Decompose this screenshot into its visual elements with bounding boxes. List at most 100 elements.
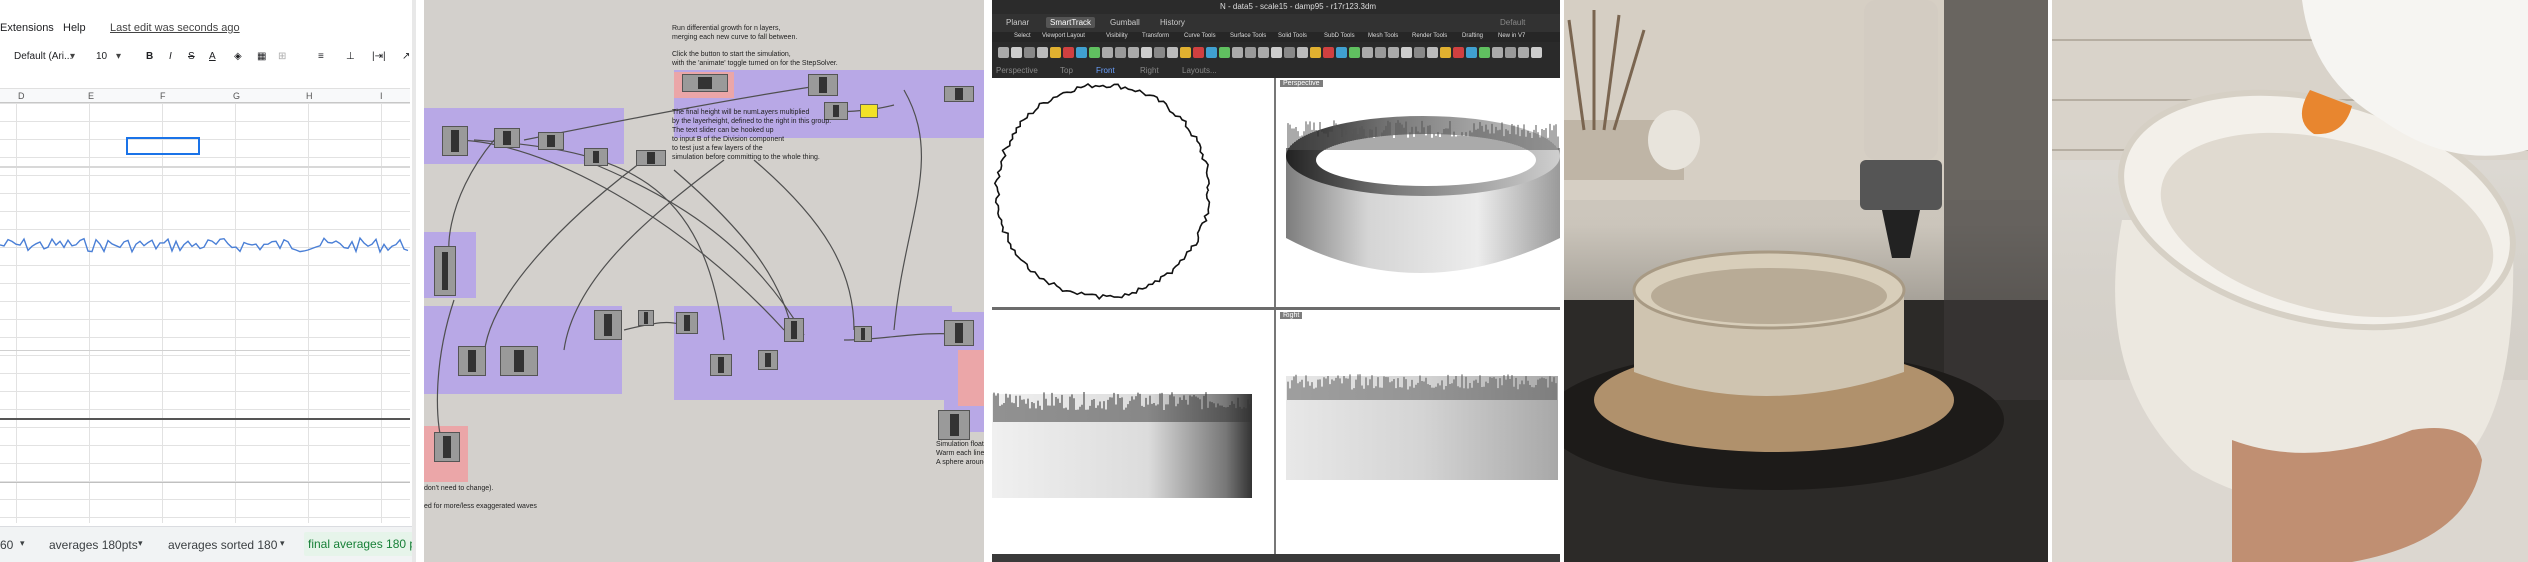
line-chart[interactable]	[0, 225, 410, 265]
toolbar-tab[interactable]: Mesh Tools	[1368, 33, 1398, 39]
view-tab-perspective[interactable]: Perspective	[996, 66, 1038, 75]
tool-icon[interactable]	[1349, 47, 1360, 58]
component-node[interactable]	[854, 326, 872, 342]
component-node[interactable]	[808, 74, 838, 96]
strikethrough-button[interactable]: S	[188, 51, 195, 62]
component-node[interactable]	[758, 350, 778, 370]
tool-icon[interactable]	[1089, 47, 1100, 58]
text-color-button[interactable]: A	[209, 51, 216, 62]
toolbar-tab[interactable]: Visibility	[1106, 33, 1128, 39]
component-node[interactable]	[710, 354, 732, 376]
bold-button[interactable]: B	[146, 51, 153, 62]
view-tab-front[interactable]: Front	[1096, 66, 1115, 75]
tool-icon[interactable]	[1219, 47, 1230, 58]
component-node[interactable]	[458, 346, 486, 376]
tool-icon[interactable]	[1492, 47, 1503, 58]
sheet-tab[interactable]: averages sorted 180	[168, 538, 277, 552]
toolbar-tab[interactable]: Curve Tools	[1184, 33, 1216, 39]
tool-icon[interactable]	[1531, 47, 1542, 58]
tool-icon[interactable]	[1115, 47, 1126, 58]
last-edit-link[interactable]: Last edit was seconds ago	[110, 22, 240, 34]
view-tab-top[interactable]: Top	[1060, 66, 1073, 75]
tool-icon[interactable]	[1466, 47, 1477, 58]
column-header[interactable]: D	[18, 91, 25, 101]
tool-icon[interactable]	[1154, 47, 1165, 58]
tab-gumball[interactable]: Gumball	[1110, 18, 1140, 27]
tool-icon[interactable]	[1453, 47, 1464, 58]
tool-icon[interactable]	[1258, 47, 1269, 58]
tool-icon[interactable]	[1440, 47, 1451, 58]
tool-icon[interactable]	[1141, 47, 1152, 58]
align-horizontal-icon[interactable]: ≡	[318, 51, 324, 62]
component-node[interactable]	[494, 128, 520, 148]
viewport-front[interactable]	[992, 310, 1274, 554]
column-header[interactable]: F	[160, 91, 166, 101]
sheet-tab-active[interactable]: final averages 180 p	[304, 532, 416, 556]
tool-icon[interactable]	[1414, 47, 1425, 58]
tool-icon[interactable]	[1284, 47, 1295, 58]
toolbar-tab[interactable]: Select	[1014, 33, 1031, 39]
tool-icon[interactable]	[1167, 47, 1178, 58]
component-node[interactable]	[944, 320, 974, 346]
tool-icon[interactable]	[1102, 47, 1113, 58]
tool-icon[interactable]	[1076, 47, 1087, 58]
sheet-tab[interactable]: averages 180pts	[49, 538, 138, 552]
tab-smarttrack[interactable]: SmartTrack	[1046, 17, 1096, 28]
component-node[interactable]	[944, 86, 974, 102]
tool-icon[interactable]	[1011, 47, 1022, 58]
align-vertical-icon[interactable]: ⊥	[346, 51, 355, 62]
tool-icon[interactable]	[1271, 47, 1282, 58]
toolbar-tab[interactable]: Solid Tools	[1278, 33, 1307, 39]
tool-icon[interactable]	[1518, 47, 1529, 58]
tool-icon[interactable]	[1024, 47, 1035, 58]
tool-icon[interactable]	[1479, 47, 1490, 58]
tool-icon[interactable]	[1375, 47, 1386, 58]
tool-icon[interactable]	[1050, 47, 1061, 58]
toolbar-tab[interactable]: Render Tools	[1412, 33, 1447, 39]
text-rotation-icon[interactable]: ↗	[402, 51, 410, 62]
menu-extensions[interactable]: Extensions	[0, 22, 54, 34]
font-select[interactable]: Default (Ari...	[14, 51, 72, 62]
tool-icon[interactable]	[1297, 47, 1308, 58]
tool-icon[interactable]	[998, 47, 1009, 58]
component-node[interactable]	[636, 150, 666, 166]
component-node[interactable]	[584, 148, 608, 166]
toolbar-tab[interactable]: SubD Tools	[1324, 33, 1355, 39]
tab-history[interactable]: History	[1160, 18, 1185, 27]
component-node[interactable]	[682, 74, 728, 92]
view-tab-layouts[interactable]: Layouts...	[1182, 66, 1217, 75]
component-node[interactable]	[442, 126, 468, 156]
toolbar-tab[interactable]: Surface Tools	[1230, 33, 1266, 39]
viewport-top[interactable]	[992, 78, 1274, 307]
tool-icon[interactable]	[1427, 47, 1438, 58]
fill-color-icon[interactable]: ◈	[234, 51, 242, 62]
tool-icon[interactable]	[1180, 47, 1191, 58]
component-node[interactable]	[784, 318, 804, 342]
chevron-down-icon[interactable]: ▾	[138, 538, 143, 549]
layer-indicator[interactable]: Default	[1500, 18, 1525, 27]
component-node[interactable]	[638, 310, 654, 326]
toolbar-tab[interactable]: Viewport Layout	[1042, 33, 1085, 39]
grasshopper-canvas[interactable]: Run differential growth for n layers, me…	[424, 0, 984, 562]
toolbar-tab[interactable]: New in V7	[1498, 33, 1525, 39]
menu-help[interactable]: Help	[63, 22, 86, 34]
component-node[interactable]	[538, 132, 564, 150]
tool-icon[interactable]	[1232, 47, 1243, 58]
component-node[interactable]	[938, 410, 970, 440]
component-node[interactable]	[434, 246, 456, 296]
tool-icon[interactable]	[1401, 47, 1412, 58]
borders-icon[interactable]: ▦	[257, 51, 266, 62]
selected-cell[interactable]	[126, 137, 200, 155]
toolbar-tab[interactable]: Transform	[1142, 33, 1169, 39]
tool-icon[interactable]	[1362, 47, 1373, 58]
tool-icon[interactable]	[1505, 47, 1516, 58]
tab-planar[interactable]: Planar	[1006, 18, 1029, 27]
tool-icon[interactable]	[1128, 47, 1139, 58]
column-header[interactable]: I	[380, 91, 383, 101]
component-node[interactable]	[676, 312, 698, 334]
tool-icon[interactable]	[1336, 47, 1347, 58]
tool-icon[interactable]	[1063, 47, 1074, 58]
sheet-tab[interactable]: 60	[0, 538, 13, 552]
view-tab-right[interactable]: Right	[1140, 66, 1159, 75]
chevron-down-icon[interactable]: ▾	[280, 538, 285, 549]
